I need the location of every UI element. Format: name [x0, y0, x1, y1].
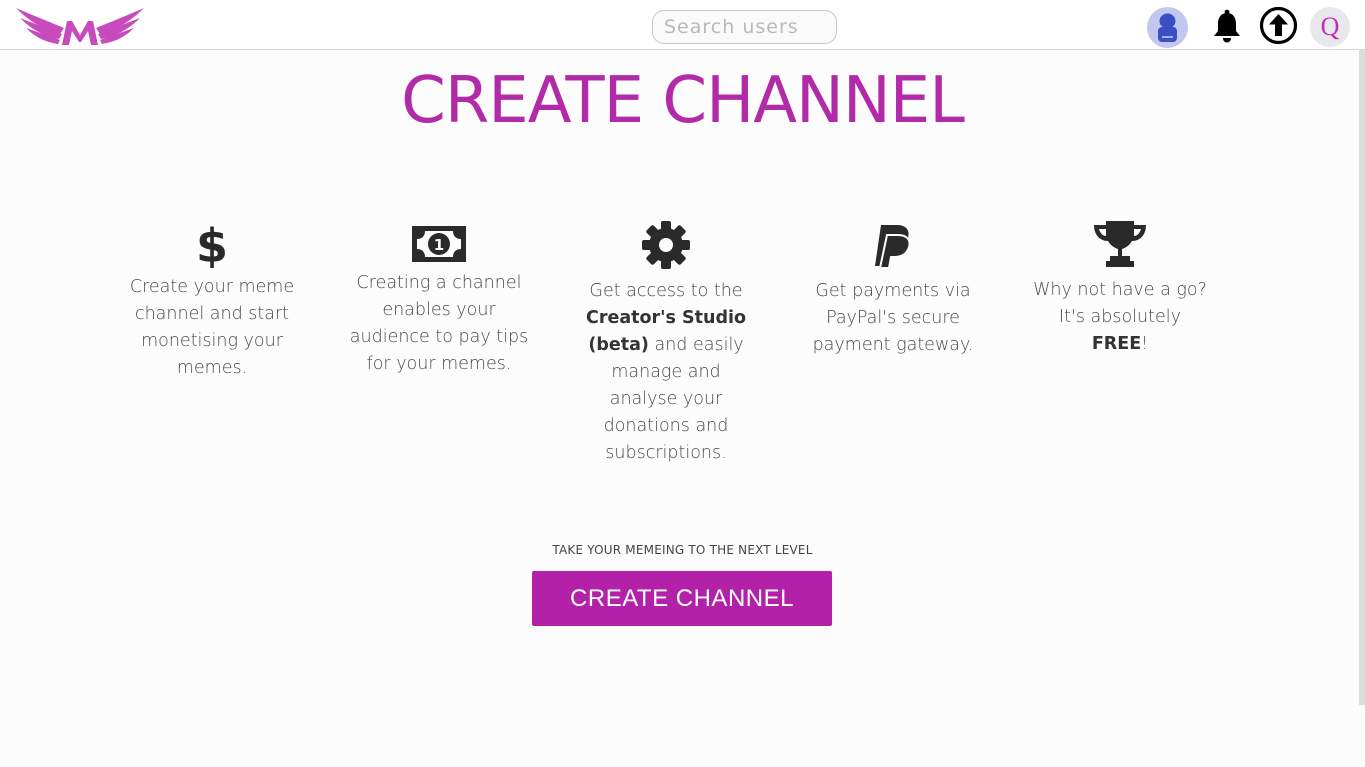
- feature-text: Create your meme channel and start monet…: [129, 277, 295, 378]
- feature-paypal: Get payments via PayPal's secure payment…: [803, 222, 983, 359]
- feature-free: Why not have a go? It's absolutely FREE!: [1030, 219, 1210, 358]
- feature-text-continued: !: [1141, 334, 1149, 354]
- upload-arrow-icon[interactable]: [1259, 6, 1298, 45]
- feature-text: Get access to the: [589, 281, 743, 301]
- feature-creator-studio: Get access to the Creator's Studio (beta…: [576, 220, 756, 467]
- search-users-input[interactable]: [652, 10, 837, 44]
- trophy-icon: [1094, 221, 1146, 267]
- gear-icon: [642, 221, 690, 269]
- page-title: CREATE CHANNEL: [401, 64, 965, 138]
- top-navbar: Q: [0, 0, 1365, 50]
- avatar-illustration: [1158, 13, 1177, 42]
- winged-m-logo[interactable]: [14, 4, 146, 46]
- bell-icon[interactable]: [1211, 9, 1243, 43]
- feature-monetise: $ Create your meme channel and start mon…: [122, 220, 302, 382]
- profile-initial: Q: [1320, 12, 1340, 41]
- paypal-icon: [875, 225, 911, 269]
- profile-avatar[interactable]: Q: [1310, 7, 1350, 47]
- svg-text:1: 1: [434, 236, 444, 254]
- create-channel-button[interactable]: CREATE CHANNEL: [532, 571, 832, 626]
- feature-text: Why not have a go? It's absolutely: [1033, 280, 1207, 327]
- svg-text:$: $: [197, 220, 227, 268]
- feature-tips: 1 Creating a channel enables your audien…: [349, 224, 529, 378]
- feature-text: Creating a channel enables your audience…: [349, 273, 529, 374]
- feature-text: Get payments via PayPal's secure payment…: [812, 281, 974, 355]
- feature-bold-text: FREE: [1091, 334, 1142, 354]
- user-avatar[interactable]: [1147, 7, 1188, 48]
- tagline: TAKE YOUR MEMEING TO THE NEXT LEVEL: [552, 543, 813, 557]
- scrollbar[interactable]: [1359, 50, 1365, 705]
- banknote-icon: 1: [412, 226, 466, 262]
- dollar-icon: $: [197, 220, 227, 268]
